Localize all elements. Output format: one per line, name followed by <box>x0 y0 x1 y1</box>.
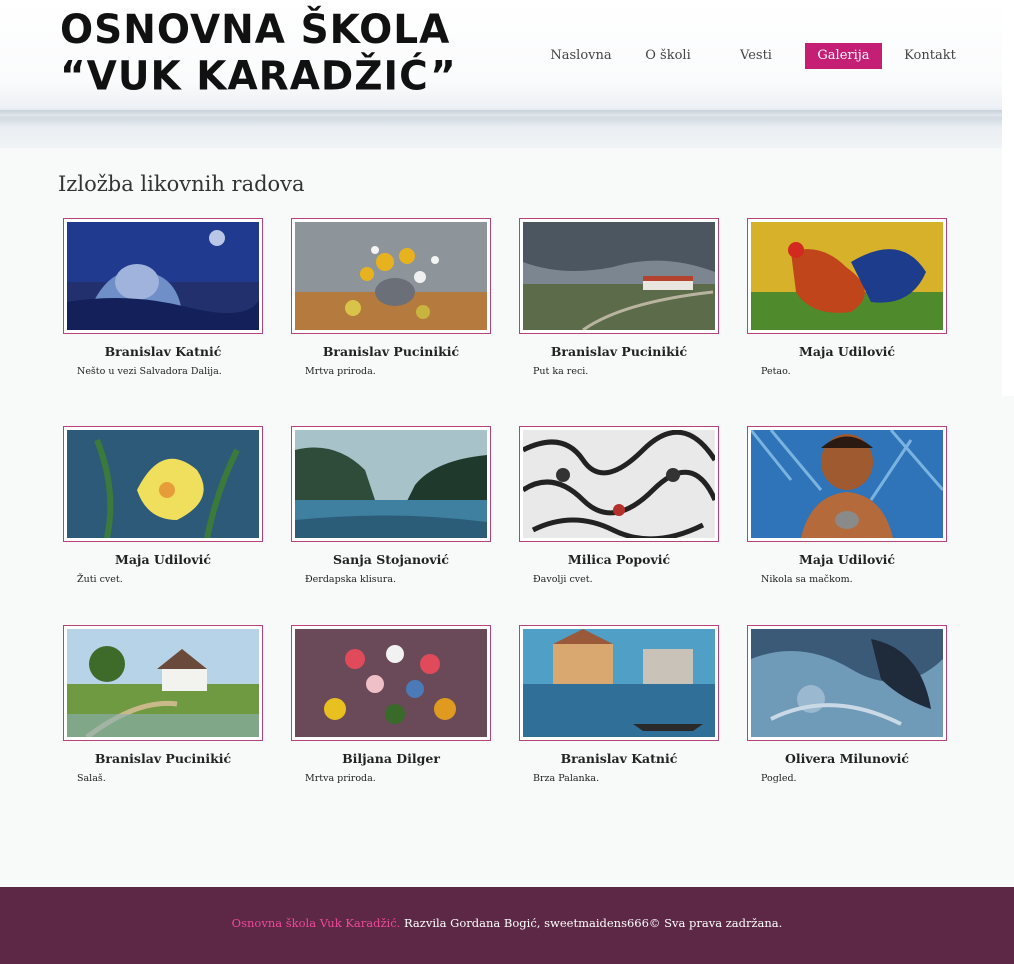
painting-thumbnail[interactable] <box>291 426 491 542</box>
painting-thumbnail[interactable] <box>63 426 263 542</box>
gallery-card: Sanja Stojanović Đerdapska klisura. <box>287 426 507 596</box>
artist-name: Branislav Pucinikić <box>94 751 232 766</box>
painting-caption: Petao. <box>761 366 791 377</box>
gallery-card: Biljana Dilger Mrtva priroda. <box>287 625 507 795</box>
painting-caption: Salaš. <box>77 773 106 784</box>
gallery-card: Branislav Katnić Nešto u vezi Salvadora … <box>59 218 279 388</box>
painting-caption: Pogled. <box>761 773 797 784</box>
gallery-card: Maja Udilović Nikola sa mačkom. <box>743 426 963 596</box>
artist-name: Milica Popović <box>567 552 671 567</box>
nav-item-galerija[interactable]: Galerija <box>805 43 882 69</box>
nav-item-vesti[interactable]: Vesti <box>730 43 782 69</box>
painting-image <box>751 629 943 737</box>
painting-caption: Nešto u vezi Salvadora Dalija. <box>77 366 222 377</box>
gallery-card: Milica Popović Đavolji cvet. <box>515 426 735 596</box>
painting-image <box>67 629 259 737</box>
painting-thumbnail[interactable] <box>63 218 263 334</box>
painting-thumbnail[interactable] <box>291 625 491 741</box>
painting-caption: Žuti cvet. <box>77 574 123 585</box>
nav-item-kontakt[interactable]: Kontakt <box>900 43 960 69</box>
painting-caption: Đerdapska klisura. <box>305 574 397 585</box>
artist-name: Sanja Stojanović <box>333 552 449 567</box>
gallery-card: Branislav Pucinikić Salaš. <box>59 625 279 795</box>
artist-name: Branislav Katnić <box>560 751 678 766</box>
painting-caption: Mrtva priroda. <box>305 773 376 784</box>
footer-text: Osnovna škola Vuk Karadžić. Razvila Gord… <box>0 916 1014 930</box>
painting-caption: Nikola sa mačkom. <box>761 574 853 585</box>
painting-image <box>751 222 943 330</box>
painting-thumbnail[interactable] <box>519 625 719 741</box>
painting-thumbnail[interactable] <box>519 426 719 542</box>
footer-brand: Osnovna škola Vuk Karadžić. <box>231 916 401 930</box>
artist-name: Maja Udilović <box>114 552 211 567</box>
gallery-card: Branislav Pucinikić Put ka reci. <box>515 218 735 388</box>
artist-name: Maja Udilović <box>798 344 895 359</box>
painting-image <box>751 430 943 538</box>
gallery-card: Maja Udilović Petao. <box>743 218 963 388</box>
gallery-card: Maja Udilović Žuti cvet. <box>59 426 279 596</box>
painting-caption: Mrtva priroda. <box>305 366 376 377</box>
artist-name: Branislav Pucinikić <box>322 344 460 359</box>
gallery-card: Olivera Milunović Pogled. <box>743 625 963 795</box>
artist-name: Branislav Katnić <box>104 344 222 359</box>
painting-thumbnail[interactable] <box>747 218 947 334</box>
painting-image <box>523 629 715 737</box>
painting-image <box>295 430 487 538</box>
painting-thumbnail[interactable] <box>747 625 947 741</box>
nav-item-naslovna[interactable]: Naslovna <box>547 43 615 69</box>
page-title: Izložba likovnih radova <box>58 172 305 196</box>
painting-image <box>295 222 487 330</box>
painting-image <box>295 629 487 737</box>
gallery-card: Branislav Katnić Brza Palanka. <box>515 625 735 795</box>
main-nav: Naslovna O školi Vesti Galerija Kontakt <box>0 43 1002 70</box>
gallery-card: Branislav Pucinikić Mrtva priroda. <box>287 218 507 388</box>
nav-item-o-skoli[interactable]: O školi <box>636 43 700 69</box>
artist-name: Biljana Dilger <box>342 751 440 766</box>
site-header: OSNOVNA ŠKOLA “VUK KARADŽIĆ” Naslovna O … <box>0 0 1002 148</box>
footer-credits: Razvila Gordana Bogić, sweetmaidens666© … <box>400 916 783 930</box>
painting-thumbnail[interactable] <box>519 218 719 334</box>
gallery-content: Izložba likovnih radova Branislav Katnić… <box>0 148 1002 887</box>
painting-image <box>523 222 715 330</box>
painting-caption: Đavolji cvet. <box>533 574 593 585</box>
painting-image <box>523 430 715 538</box>
painting-caption: Brza Palanka. <box>533 773 600 784</box>
site-footer: Osnovna škola Vuk Karadžić. Razvila Gord… <box>0 887 1014 964</box>
painting-caption: Put ka reci. <box>533 366 589 377</box>
painting-thumbnail[interactable] <box>63 625 263 741</box>
artist-name: Olivera Milunović <box>784 751 910 766</box>
artist-name: Branislav Pucinikić <box>550 344 688 359</box>
painting-image <box>67 222 259 330</box>
artist-name: Maja Udilović <box>798 552 895 567</box>
right-edge-strip <box>1002 396 1014 887</box>
painting-thumbnail[interactable] <box>747 426 947 542</box>
painting-image <box>67 430 259 538</box>
painting-thumbnail[interactable] <box>291 218 491 334</box>
